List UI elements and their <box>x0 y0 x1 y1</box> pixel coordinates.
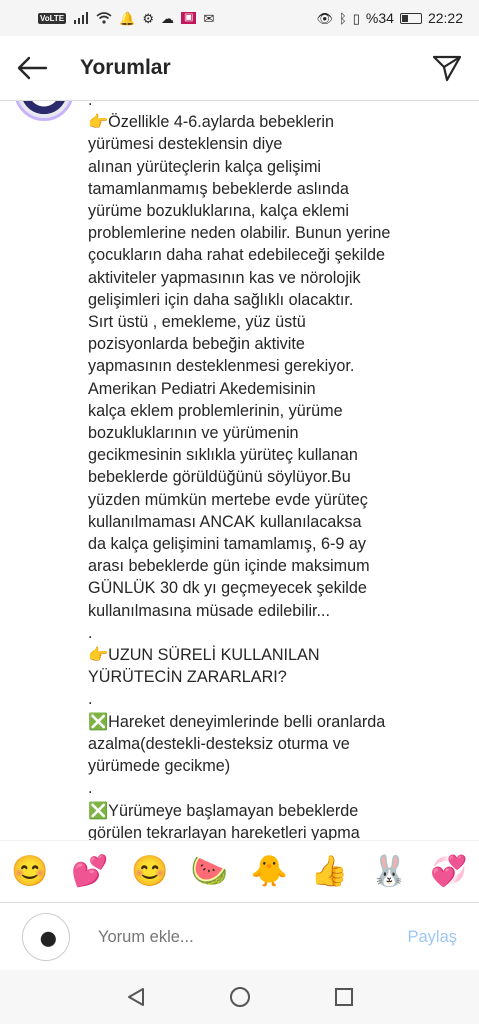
emoji-thumbs-up[interactable]: 👍 <box>311 857 348 887</box>
vibrate-icon: ▯ <box>352 10 360 26</box>
emoji-two-hearts[interactable]: 💕 <box>71 857 108 887</box>
page-title: Yorumlar <box>80 56 171 79</box>
emoji-chick[interactable]: 🐥 <box>251 857 288 887</box>
cloud-icon: ☁ <box>161 10 174 26</box>
share-button[interactable]: Paylaş <box>407 928 457 947</box>
comment-composer: Paylaş <box>0 902 479 971</box>
emoji-watermelon[interactable]: 🍉 <box>191 857 228 887</box>
back-button[interactable] <box>0 36 64 100</box>
bluetooth-icon: ᛒ <box>338 10 347 26</box>
comments-list[interactable]: . 👉Özellikle 4-6.aylarda bebeklerin yürü… <box>0 101 479 840</box>
commenter-avatar[interactable] <box>14 101 74 121</box>
nav-back-icon[interactable] <box>125 986 147 1008</box>
clock: 22:22 <box>427 10 463 26</box>
wifi-icon <box>96 12 112 24</box>
signal-icon <box>74 12 89 24</box>
send-icon <box>432 55 462 82</box>
mail-icon: ✉ <box>203 10 215 26</box>
nav-recents-icon[interactable] <box>333 986 355 1008</box>
system-navigation-bar <box>0 970 479 1024</box>
comment-text: . 👉Özellikle 4-6.aylarda bebeklerin yürü… <box>88 101 391 840</box>
emoji-revolving-hearts[interactable]: 💞 <box>430 857 467 887</box>
status-bar: VoLTE 🔔 ⚙ ☁ ▣ ✉ 👁 ᛒ ▯ %34 22:22 <box>0 0 479 36</box>
send-button[interactable] <box>415 36 479 100</box>
user-avatar <box>22 913 70 961</box>
volte-badge: VoLTE <box>38 12 67 24</box>
emoji-rabbit[interactable]: 🐰 <box>371 857 408 887</box>
emoji-smiling-face[interactable]: 😊 <box>11 857 48 887</box>
notification-bell-icon: 🔔 <box>119 10 136 26</box>
battery-percent: %34 <box>365 10 394 26</box>
arrow-left-icon <box>17 56 48 80</box>
header: Yorumlar <box>0 36 479 101</box>
emoji-smiling-face-2[interactable]: 😊 <box>131 857 168 887</box>
eye-icon: 👁 <box>316 10 333 26</box>
app-notification-icon: ▣ <box>181 12 197 24</box>
comment-input[interactable] <box>96 926 408 948</box>
emoji-quick-bar: 😊 💕 😊 🍉 🐥 👍 🐰 💞 <box>0 840 479 903</box>
nav-home-icon[interactable] <box>229 986 251 1008</box>
settings-icon: ⚙ <box>142 10 154 26</box>
battery-icon <box>399 12 422 24</box>
